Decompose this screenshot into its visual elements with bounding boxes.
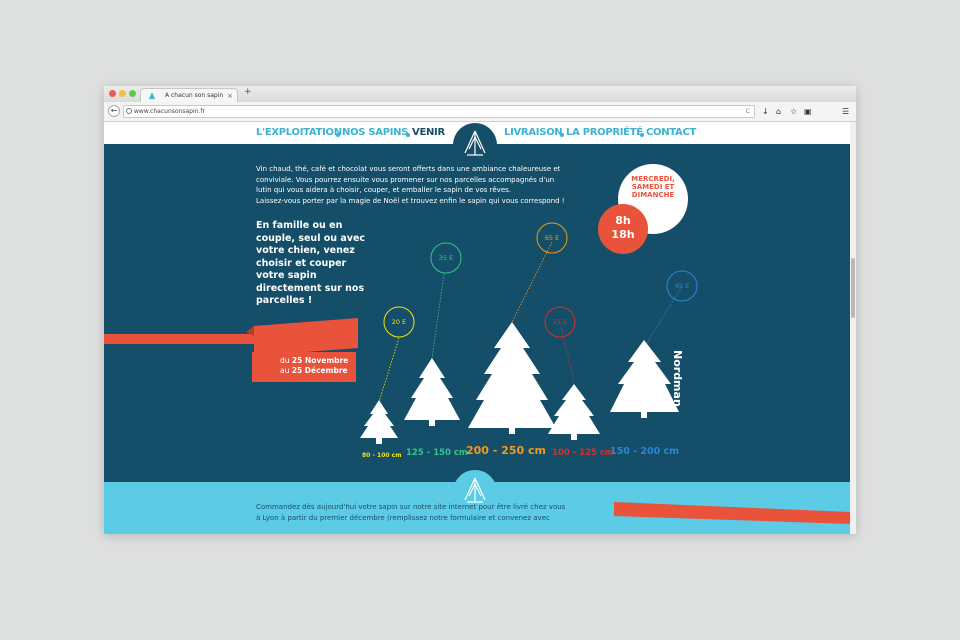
navigation-bar: ← www.chacunsonsapin.fr C ↓ ⌂ ☆ ▣ ☰ (104, 102, 856, 122)
ribbon-left (104, 334, 254, 344)
tab-bar: A chacun son sapin × + (104, 86, 856, 102)
download-icon[interactable]: ↓ (762, 105, 769, 118)
globe-icon (126, 108, 132, 114)
delivery-line: à Lyon à partir du premier décembre (rem… (256, 514, 550, 522)
menu-icon[interactable]: ☰ (842, 105, 849, 118)
size-label: 100 - 125 cm (552, 448, 614, 458)
size-label: 125 - 150 cm (406, 448, 468, 458)
dates-banner: du 25 Novembre au 25 Décembre (252, 352, 356, 382)
trees (360, 322, 679, 444)
date-prefix: au (280, 366, 290, 375)
price-label: 35 E (438, 254, 454, 262)
tree-large-icon (468, 322, 556, 428)
web-page: L'EXPLOITATION NOS SAPINS VENIR LIVRAISO… (104, 122, 856, 534)
date-to: 25 Décembre (291, 366, 348, 375)
variety-label: Nordman (671, 350, 684, 407)
price-label: 25 E (552, 318, 568, 326)
delivery-text: Commandez dès aujourd'hui votre sapin su… (256, 502, 606, 524)
address-bar[interactable]: www.chacunsonsapin.fr C (123, 105, 755, 118)
tab-active[interactable]: A chacun son sapin × (140, 88, 238, 102)
tree-favicon-icon (149, 92, 155, 99)
ribbon-right (614, 502, 850, 524)
page-scrollbar[interactable] (850, 122, 856, 534)
home-icon[interactable]: ⌂ (776, 105, 781, 118)
tab-close-icon[interactable]: × (227, 89, 233, 103)
size-label: 150 - 200 cm (610, 446, 680, 457)
delivery-line: Commandez dès aujourd'hui votre sapin su… (256, 503, 566, 511)
tab-title: A chacun son sapin (165, 92, 224, 99)
url-text: www.chacunsonsapin.fr (134, 108, 205, 115)
price-label: 20 E (391, 318, 407, 326)
tree-small-icon (360, 400, 398, 438)
tree-compact-icon (548, 384, 600, 434)
ribbon-mid (254, 318, 358, 356)
date-from: 25 Novembre (291, 356, 349, 365)
scrollbar-thumb[interactable] (851, 258, 855, 318)
size-label: 80 - 100 cm (362, 452, 402, 459)
bookmark-icon[interactable]: ☆ (790, 105, 797, 118)
new-tab-button[interactable]: + (244, 87, 252, 97)
browser-window: A chacun son sapin × + ← www.chacunsonsa… (104, 86, 856, 534)
library-icon[interactable]: ▣ (804, 105, 812, 118)
minimize-window-button[interactable] (119, 90, 126, 97)
tree-tall-icon (610, 340, 679, 412)
size-label: 200 - 250 cm (466, 444, 546, 457)
back-button[interactable]: ← (108, 105, 120, 117)
tree-medium-icon (404, 358, 460, 420)
illustration (104, 222, 698, 444)
price-label: 45 E (674, 282, 690, 290)
date-prefix: du (280, 356, 290, 365)
price-label: 65 E (544, 234, 560, 242)
close-window-button[interactable] (109, 90, 116, 97)
reload-icon[interactable]: C (746, 106, 750, 117)
maximize-window-button[interactable] (129, 90, 136, 97)
